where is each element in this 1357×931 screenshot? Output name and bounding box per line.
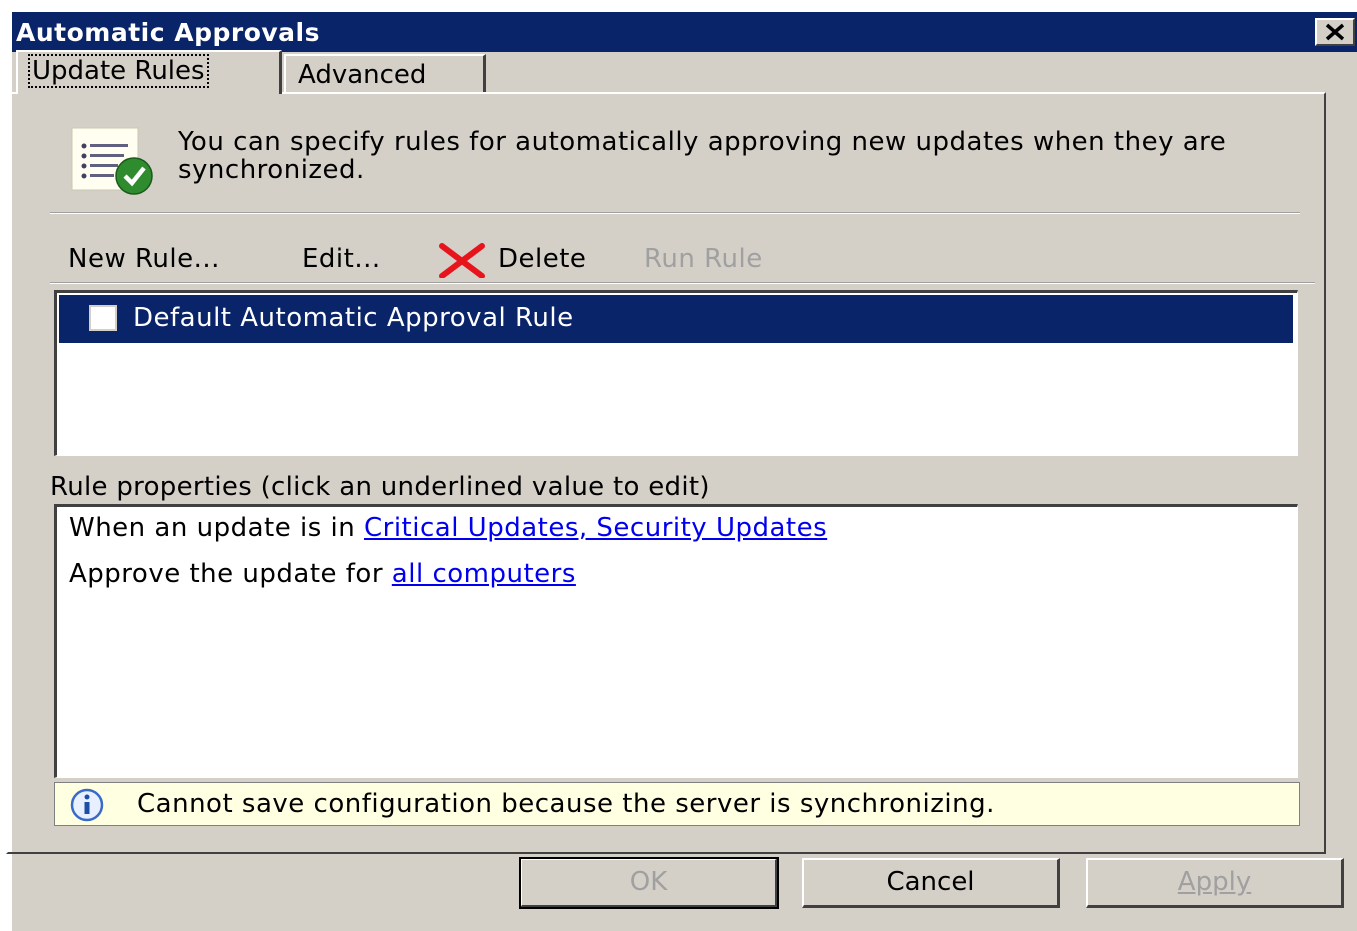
- rules-list[interactable]: Default Automatic Approval Rule: [54, 290, 1298, 456]
- edit-rule-button[interactable]: Edit...: [302, 244, 381, 274]
- property-line-target: Approve the update for all computers: [69, 559, 576, 589]
- ok-button[interactable]: OK: [519, 857, 779, 909]
- cancel-label: Cancel: [886, 867, 975, 897]
- categories-link[interactable]: Critical Updates, Security Updates: [364, 513, 827, 543]
- property-line-category: When an update is in Critical Updates, S…: [69, 513, 827, 543]
- close-icon: [1325, 23, 1345, 41]
- edit-rule-label: Edit...: [302, 244, 381, 274]
- info-bar: Cannot save configuration because the se…: [54, 782, 1300, 826]
- header-divider: [50, 212, 1300, 214]
- tab-advanced-label: Advanced: [298, 60, 427, 90]
- ok-label: OK: [629, 867, 668, 897]
- computers-link[interactable]: all computers: [392, 559, 576, 589]
- rule-enabled-checkbox[interactable]: [89, 305, 117, 331]
- window-title: Automatic Approvals: [16, 18, 320, 47]
- title-bar[interactable]: Automatic Approvals: [12, 12, 1357, 52]
- new-rule-button[interactable]: New Rule...: [68, 244, 220, 274]
- tab-advanced[interactable]: Advanced: [284, 54, 486, 94]
- close-button[interactable]: [1315, 18, 1355, 46]
- run-rule-label: Run Rule: [644, 244, 763, 274]
- rule-properties-label: Rule properties (click an underlined val…: [50, 472, 710, 502]
- toolbar-divider: [50, 282, 1315, 284]
- tab-update-rules-label: Update Rules: [28, 54, 209, 88]
- info-icon: [70, 788, 104, 822]
- apply-button[interactable]: Apply: [1086, 858, 1344, 908]
- list-item[interactable]: Default Automatic Approval Rule: [59, 295, 1293, 343]
- cancel-button[interactable]: Cancel: [802, 858, 1060, 908]
- category-prefix: When an update is in: [69, 513, 364, 543]
- rule-name: Default Automatic Approval Rule: [133, 303, 574, 333]
- target-prefix: Approve the update for: [69, 559, 392, 589]
- rule-properties-box: When an update is in Critical Updates, S…: [54, 504, 1298, 778]
- apply-label: Apply: [1177, 867, 1252, 897]
- tab-update-rules[interactable]: Update Rules: [16, 50, 282, 94]
- intro-text: You can specify rules for automatically …: [178, 127, 1227, 185]
- new-rule-label: New Rule...: [68, 244, 220, 274]
- delete-rule-label: Delete: [498, 244, 587, 274]
- run-rule-button[interactable]: Run Rule: [644, 244, 763, 274]
- info-message: Cannot save configuration because the se…: [137, 789, 995, 819]
- delete-icon: [439, 243, 485, 278]
- rules-list-icon: [71, 127, 153, 195]
